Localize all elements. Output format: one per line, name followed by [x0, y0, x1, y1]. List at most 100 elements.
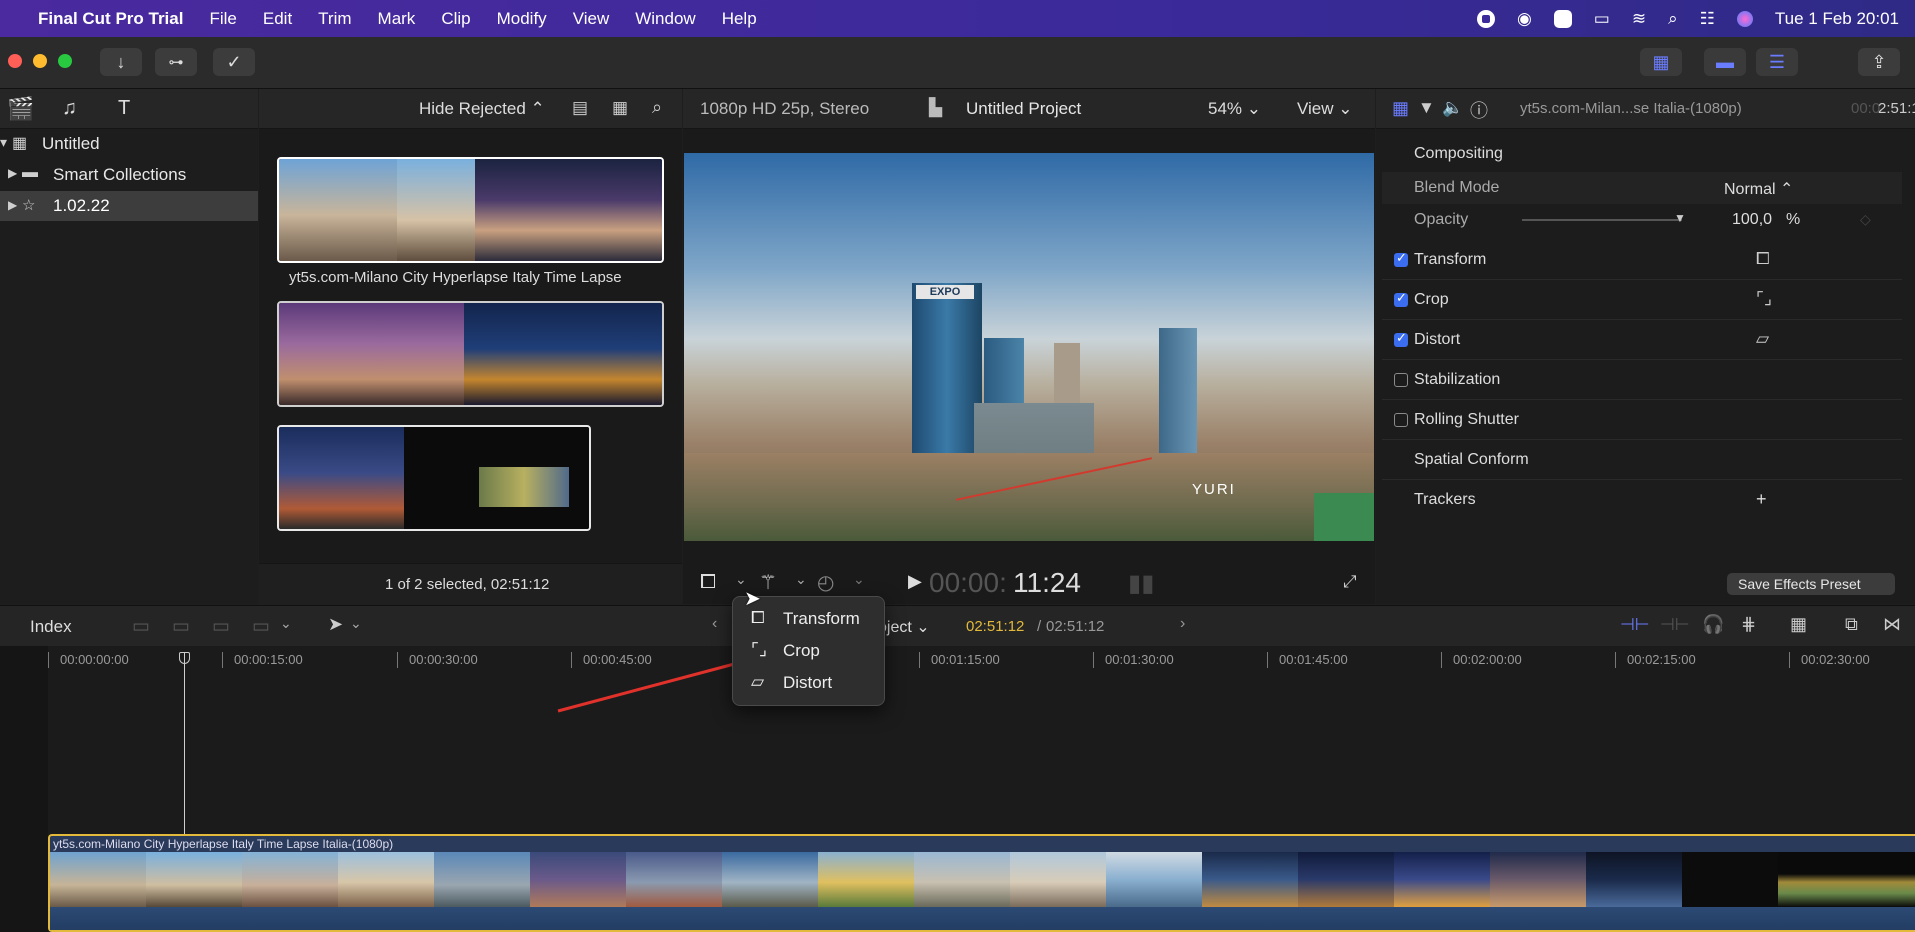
menu-window[interactable]: Window	[635, 9, 695, 29]
libraries-icon[interactable]: 🎬	[7, 96, 34, 122]
disclosure-open-icon[interactable]: ▾	[0, 134, 7, 151]
history-forward-icon[interactable]: ›	[1180, 615, 1185, 633]
keywords-icon[interactable]: ⊶	[155, 48, 197, 76]
connect-clip-icon[interactable]: ▭	[132, 615, 150, 638]
retime-speed-icon[interactable]: ◴	[817, 570, 834, 595]
fullscreen-icon[interactable]: ⤢	[1343, 572, 1357, 592]
menu-item-distort[interactable]: ▱ Distort	[733, 667, 884, 697]
import-icon[interactable]: ↓	[100, 48, 142, 76]
sidebar-item-event[interactable]: ▶ ☆ 1.02.22	[0, 191, 258, 221]
crop-onscreen-icon[interactable]: ⌜⌟	[1756, 289, 1772, 309]
menu-help[interactable]: Help	[722, 9, 757, 29]
browser-toggle-icon[interactable]: ▦	[1640, 48, 1682, 76]
distort-onscreen-icon[interactable]: ▱	[1756, 329, 1769, 349]
clip-appearance-icon[interactable]: ▤	[572, 98, 588, 118]
menu-item-crop[interactable]: ⌜⌟ Crop	[733, 635, 884, 665]
menu-modify[interactable]: Modify	[497, 9, 547, 29]
add-tracker-icon[interactable]: +	[1756, 489, 1767, 510]
append-clip-icon[interactable]: ▭	[212, 615, 230, 638]
battery-icon[interactable]: ▭	[1594, 9, 1610, 29]
compositing-heading[interactable]: Compositing	[1414, 145, 1503, 163]
opacity-slider-handle[interactable]: ▼	[1674, 211, 1686, 225]
clip-appearance-icon[interactable]: ▦	[1790, 614, 1807, 635]
wifi-icon[interactable]: ≋	[1632, 9, 1646, 29]
chevron-down-icon[interactable]: ⌄	[350, 615, 362, 632]
screen-share-icon[interactable]: ◉	[1517, 9, 1532, 29]
chevron-down-icon[interactable]: ⌄	[795, 571, 807, 588]
zoom-popup[interactable]: 54% ⌄	[1208, 99, 1261, 119]
keyframe-icon[interactable]: ◇	[1860, 211, 1871, 228]
history-back-icon[interactable]: ‹	[712, 615, 717, 633]
view-popup[interactable]: View ⌄	[1297, 99, 1353, 119]
info-inspector-icon[interactable]: ⓘ	[1470, 97, 1488, 123]
menu-trim[interactable]: Trim	[318, 9, 351, 29]
color-inspector-icon[interactable]: ▼	[1418, 98, 1435, 118]
index-button[interactable]: Index	[30, 617, 72, 637]
crop-checkbox[interactable]	[1394, 290, 1408, 307]
menu-clip[interactable]: Clip	[441, 9, 470, 29]
minimize-window-button[interactable]	[33, 54, 47, 68]
spatial-conform-row: Spatial Conform	[1382, 441, 1902, 480]
clip-frame	[914, 852, 1010, 907]
filter-popup[interactable]: Hide Rejected ⌃	[419, 99, 545, 119]
headphones-icon[interactable]: 🎧	[1702, 614, 1724, 635]
overwrite-clip-icon[interactable]: ▭	[252, 615, 270, 638]
menu-app-name[interactable]: Final Cut Pro Trial	[38, 9, 183, 29]
clip-thumbnail[interactable]	[277, 301, 664, 407]
opacity-value[interactable]: 100,0	[1732, 211, 1772, 229]
clip-thumbnail-selected[interactable]	[277, 157, 664, 263]
save-effects-preset-button[interactable]: Save Effects Preset	[1727, 573, 1895, 595]
search-icon[interactable]: ⌕	[652, 97, 662, 118]
transform-tool-icon[interactable]: ⧠	[700, 571, 716, 594]
disclosure-closed-icon[interactable]: ▶	[8, 198, 17, 212]
video-frame[interactable]: EXPO YURI	[684, 153, 1374, 541]
play-icon[interactable]: ▶	[908, 571, 922, 592]
enhancements-wand-icon[interactable]: ⚚	[759, 570, 777, 595]
disclosure-closed-icon[interactable]: ▶	[8, 166, 17, 180]
siri-icon[interactable]	[1736, 10, 1753, 27]
distort-checkbox[interactable]	[1394, 330, 1408, 347]
menu-mark[interactable]: Mark	[378, 9, 416, 29]
rolling-shutter-checkbox[interactable]	[1394, 413, 1408, 427]
skimming-icon[interactable]: ⊣⊢	[1620, 615, 1650, 635]
titles-generators-icon[interactable]: T	[118, 97, 130, 120]
share-icon[interactable]: ⇪	[1858, 48, 1900, 76]
timeline-project-popup[interactable]: oject ⌄	[878, 617, 930, 637]
control-center-icon[interactable]: ☷	[1700, 9, 1715, 29]
playhead-handle[interactable]	[179, 652, 190, 664]
spatial-conform-label[interactable]: Spatial Conform	[1414, 451, 1529, 469]
timeline-toggle-icon[interactable]: ▬	[1704, 48, 1746, 76]
menu-clock[interactable]: Tue 1 Feb 20:01	[1775, 9, 1899, 29]
chevron-down-icon[interactable]: ⌄	[280, 615, 292, 632]
select-tool-icon[interactable]: ➤	[328, 614, 343, 635]
menu-edit[interactable]: Edit	[263, 9, 292, 29]
stabilization-checkbox[interactable]	[1394, 373, 1408, 387]
filmstrip-view-icon[interactable]: ▦	[612, 98, 628, 118]
record-icon[interactable]	[1476, 9, 1495, 28]
video-inspector-icon[interactable]: ▦	[1392, 98, 1409, 119]
audio-skimming-icon[interactable]: ⊣⊢	[1660, 615, 1690, 635]
insert-clip-icon[interactable]: ▭	[172, 615, 190, 638]
inspector-toggle-icon[interactable]: ☰	[1756, 48, 1798, 76]
chevron-down-icon[interactable]: ⌄	[853, 571, 865, 588]
opacity-slider[interactable]	[1522, 219, 1682, 221]
menu-view[interactable]: View	[573, 9, 610, 29]
sidebar-item-smart-collections[interactable]: ▶ ▬ Smart Collections	[0, 161, 258, 189]
clip-thumbnail-second[interactable]	[277, 425, 591, 531]
close-window-button[interactable]	[8, 54, 22, 68]
sidebar-item-library[interactable]: ▾ ▦ Untitled	[0, 131, 258, 157]
menu-file[interactable]: File	[209, 9, 236, 29]
photos-audio-icon[interactable]: ♫	[62, 97, 77, 120]
transform-onscreen-icon[interactable]: ⧠	[1756, 249, 1770, 269]
blend-mode-popup[interactable]: Normal ⌃	[1724, 179, 1793, 199]
transform-checkbox[interactable]	[1394, 250, 1408, 267]
snapping-icon[interactable]: ⋕	[1741, 614, 1756, 635]
spotlight-search-icon[interactable]: ⌕	[1668, 9, 1678, 29]
background-tasks-icon[interactable]: ✓	[213, 48, 255, 76]
timeline-index-toggle-icon[interactable]: ⧉	[1845, 614, 1858, 635]
effects-browser-icon[interactable]: ⋈	[1883, 614, 1901, 635]
app-status-icon[interactable]	[1553, 9, 1572, 28]
audio-inspector-icon[interactable]: 🔈	[1442, 98, 1463, 118]
zoom-window-button[interactable]	[58, 54, 72, 68]
blend-mode-row: Blend Mode Normal ⌃	[1382, 172, 1902, 204]
